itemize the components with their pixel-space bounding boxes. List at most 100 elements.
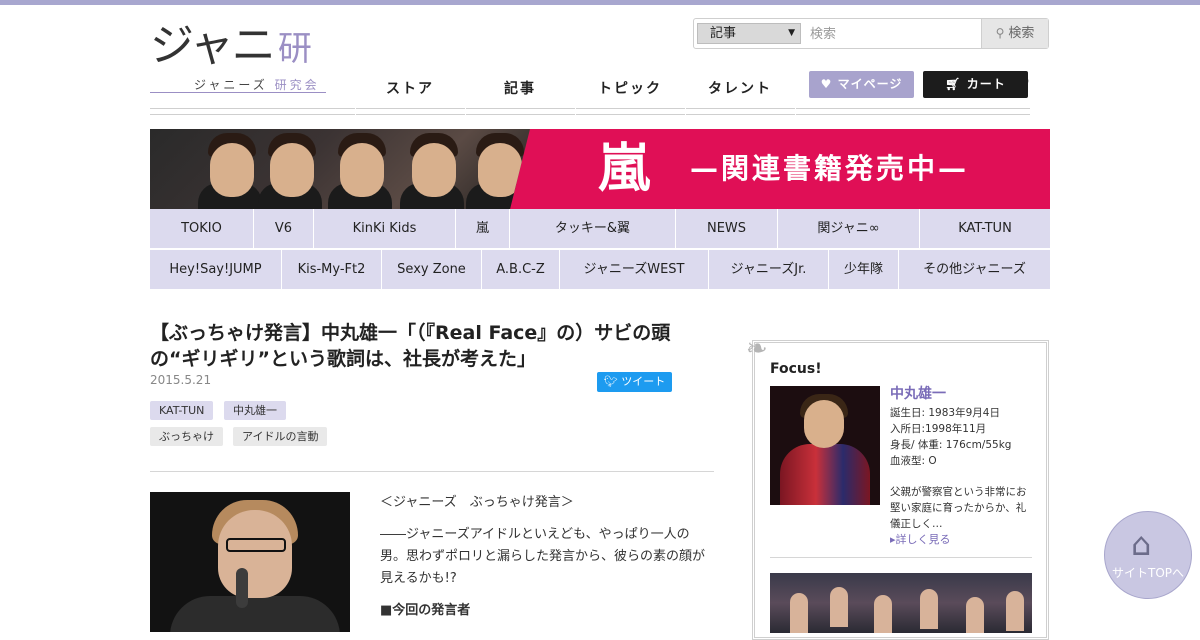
logo-sub-purple: 研究会 [274,78,320,92]
article-paragraph: ――ジャニーズアイドルといえども、やっぱり一人の男。思わずポロリと漏らした発言か… [380,527,706,586]
nav-item-store[interactable]: ストア [360,78,460,100]
top-accent-bar [0,0,1200,5]
group-link-johnnys-jr[interactable]: ジャニーズJr. [709,250,829,289]
group-link-news[interactable]: NEWS [676,209,778,248]
photo-figure-mic [236,568,248,608]
banner-group-photo [150,129,530,209]
mypage-label: マイページ [837,77,903,91]
logo-ken-text: 研 [277,29,312,69]
article-photo [150,492,350,632]
search-category-select[interactable]: 記事 ▼ [697,23,801,44]
photo-figure [790,593,808,633]
logo-sub-text: ジャニーズ [194,78,268,92]
tweet-button[interactable]: 🐦︎ ツイート [597,372,672,392]
group-link-v6[interactable]: V6 [254,209,314,248]
search-input[interactable] [808,21,982,48]
article-paragraph: ＜ジャニーズ ぶっちゃけ発言＞ [380,495,574,510]
group-link-kis-my-ft2[interactable]: Kis-My-Ft2 [282,250,382,289]
profile-height-weight: 身長/ 体重: 176cm/55kg [890,439,1012,451]
group-link-arashi[interactable]: 嵐 [456,209,510,248]
nav-separator [795,108,796,115]
twitter-bird-icon: 🐦︎ [603,375,618,388]
group-link-kat-tun[interactable]: KAT-TUN [920,209,1050,248]
profile-join-date: 入所日:1998年11月 [890,423,987,435]
nav-separator [575,108,576,115]
group-link-hey-say-jump[interactable]: Hey!Say!JUMP [150,250,282,289]
member-figure [412,143,456,197]
group-link-tackey-tsubasa[interactable]: タッキー&翼 [510,209,676,248]
nav-separator [465,108,466,115]
tag-idol-words[interactable]: アイドルの言動 [233,427,328,446]
group-link-shonentai[interactable]: 少年隊 [829,250,899,289]
nav-item-topics[interactable]: トピック [580,78,680,100]
member-figure [340,143,384,197]
focus-more-link[interactable]: ▸詳しく見る [890,531,951,547]
search-button[interactable]: ⚲ 検索 [981,19,1048,48]
tag-kat-tun[interactable]: KAT-TUN [150,401,214,420]
focus-name-link[interactable]: 中丸雄一 [890,383,946,403]
focus-heading: Focus! [770,361,822,377]
focus-figure-body [780,444,870,505]
member-figure [270,143,314,197]
search-bar: 記事 ▼ ⚲検索 [693,18,1049,49]
group-nav: TOKIO V6 KinKi Kids 嵐 タッキー&翼 NEWS 関ジャニ∞ … [150,209,1050,289]
search-icon: ⚲ [995,26,1005,40]
ornament-swirl-icon: ❧ [746,334,768,364]
focus-description: 父親が警察官という非常にお堅い家庭に育ったからか、礼儀正しく… [890,486,1027,530]
article-body: ＜ジャニーズ ぶっちゃけ発言＞ ――ジャニーズアイドルといえども、やっぱり一人の… [380,492,710,632]
sidebar-divider [770,557,1032,558]
cart-button[interactable]: 🛒︎ カート [923,71,1028,98]
photo-figure-head [218,510,292,598]
article-title: 【ぶっちゃけ発言】中丸雄一「（『Real Face』の）サビの頭の“ギリギリ”と… [150,322,671,370]
photo-figure-body [170,596,340,632]
group-link-kanjani[interactable]: 関ジャニ∞ [778,209,920,248]
cart-label: カート [966,77,1006,91]
home-icon: ⌂ [1131,525,1152,563]
banner-headline: —関連書籍発売中— [690,152,970,185]
sidebar-photo[interactable] [770,573,1032,633]
nav-separator [685,108,686,115]
nav-item-articles[interactable]: 記事 [470,78,570,100]
group-link-abc-z[interactable]: A.B.C-Z [482,250,560,289]
site-logo[interactable]: ジャニ研 ジャニーズ 研究会 [150,18,330,96]
group-nav-row: TOKIO V6 KinKi Kids 嵐 タッキー&翼 NEWS 関ジャニ∞ … [150,209,1050,248]
article-subheading: ■今回の発言者 [380,603,471,618]
member-figure [210,143,254,197]
search-button-label: 検索 [1008,26,1035,41]
nav-item-talent[interactable]: タレント [690,78,790,100]
logo-underline [150,92,326,93]
group-nav-row: Hey!Say!JUMP Kis-My-Ft2 Sexy Zone A.B.C-… [150,250,1050,289]
tag-bucchake[interactable]: ぶっちゃけ [150,427,223,446]
profile-birthday: 誕生日: 1983年9月4日 [890,407,1000,419]
focus-photo[interactable] [770,386,880,505]
chevron-down-icon: ▼ [788,28,795,38]
photo-figure [830,587,848,627]
mypage-button[interactable]: ♥ マイページ [809,71,914,98]
photo-figure [920,589,938,629]
group-link-kinki-kids[interactable]: KinKi Kids [314,209,456,248]
focus-profile: 誕生日: 1983年9月4日 入所日:1998年11月 身長/ 体重: 176c… [890,405,1035,469]
tweet-label: ツイート [621,375,666,388]
group-link-sexy-zone[interactable]: Sexy Zone [382,250,482,289]
photo-figure-glasses [226,538,286,552]
nav-underline [150,108,1030,115]
photo-figure [966,597,984,633]
heart-icon: ♥ [820,77,833,91]
group-link-johnnys-west[interactable]: ジャニーズWEST [560,250,709,289]
profile-blood-type: 血液型: O [890,455,937,467]
group-link-others[interactable]: その他ジャニーズ [899,250,1050,289]
search-category-value: 記事 [710,26,737,41]
back-to-top-label: サイトTOPへ [1111,566,1184,580]
cart-icon: 🛒︎ [945,77,962,91]
focus-more-label: 詳しく見る [895,533,951,546]
focus-figure-head [804,400,844,448]
promo-banner[interactable]: 嵐 —関連書籍発売中— [150,129,1050,209]
photo-figure [1006,591,1024,631]
back-to-top-button[interactable]: ⌂ サイトTOPへ [1104,511,1192,599]
nav-separator [355,108,356,115]
tag-nakamaru[interactable]: 中丸雄一 [224,401,286,420]
group-link-tokio[interactable]: TOKIO [150,209,254,248]
photo-figure [874,595,892,633]
article-date: 2015.5.21 [150,373,212,387]
logo-main-text: ジャニ [150,20,276,71]
